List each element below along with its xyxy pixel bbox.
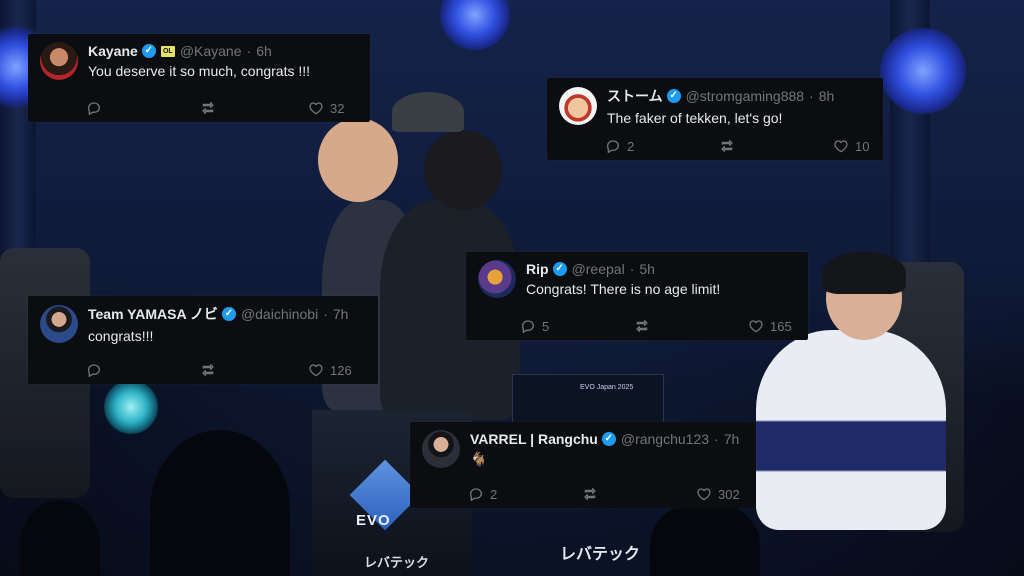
avatar[interactable]: [40, 42, 78, 80]
retweet-button[interactable]: [200, 362, 308, 378]
tweet-handle[interactable]: @Kayane: [180, 43, 242, 59]
tweet-card[interactable]: Team YAMASA ノビ ✓ @daichinobi · 7h congra…: [28, 296, 378, 384]
player-cap: [392, 92, 464, 132]
tweet-author-name[interactable]: Kayane: [88, 43, 138, 59]
player-hair: [822, 252, 906, 294]
tweet-text: Congrats! There is no age limit!: [526, 281, 721, 297]
tweet-card[interactable]: Rip ✓ @reepal · 5h Congrats! There is no…: [466, 252, 808, 340]
verified-icon: ✓: [601, 431, 616, 446]
crowd-silhouette: [150, 430, 290, 576]
monitor-label: EVO Japan 2025: [580, 384, 634, 391]
avatar[interactable]: [559, 87, 597, 125]
tweet-card[interactable]: ストーム ✓ @stromgaming888 · 8h The faker of…: [547, 78, 883, 160]
tweet-actions: 2 10: [605, 138, 869, 154]
like-icon: [696, 486, 712, 502]
verified-icon: ✓: [552, 262, 567, 276]
tweet-text: 🐐: [470, 450, 488, 467]
tweet-handle[interactable]: @daichinobi: [241, 306, 318, 322]
tweet-text: You deserve it so much, congrats !!!: [88, 63, 311, 79]
tweet-author-name[interactable]: Team YAMASA ノビ: [88, 304, 218, 324]
like-button[interactable]: 10: [833, 138, 869, 154]
podium-sponsor: レバテック: [364, 555, 430, 570]
tweet-author-name[interactable]: VARREL | Rangchu: [470, 431, 598, 447]
reply-count: 5: [542, 318, 550, 334]
like-count: 32: [330, 100, 345, 116]
retweet-icon: [719, 138, 735, 154]
reply-icon: [605, 138, 621, 154]
like-count: 10: [855, 138, 870, 154]
tweet-actions: 2 302: [468, 486, 740, 502]
avatar[interactable]: [478, 260, 516, 298]
retweet-button[interactable]: [719, 138, 833, 154]
seated-player: [756, 330, 946, 530]
avatar[interactable]: [40, 305, 78, 343]
podium-brand: EVO: [356, 512, 391, 529]
reply-count: 2: [627, 138, 635, 154]
avatar[interactable]: [422, 430, 460, 468]
reply-icon: [86, 100, 102, 116]
tweet-time[interactable]: 7h: [333, 306, 349, 322]
like-button[interactable]: 302: [696, 486, 740, 502]
verified-icon: ✓: [221, 307, 236, 321]
stage-light: [880, 28, 966, 114]
tweet-handle[interactable]: @reepal: [572, 261, 625, 277]
retweet-icon: [200, 362, 216, 378]
tweet-card[interactable]: VARREL | Rangchu ✓ @rangchu123 · 7h 🐐 2 …: [410, 422, 756, 508]
reply-button[interactable]: [86, 362, 200, 378]
retweet-icon: [582, 486, 598, 502]
reply-count: 2: [490, 486, 498, 502]
like-button[interactable]: 165: [748, 318, 792, 334]
reply-button[interactable]: [86, 100, 200, 116]
tweet-separator: ·: [323, 306, 328, 322]
retweet-button[interactable]: [200, 100, 308, 116]
tweet-separator: ·: [714, 430, 719, 447]
tweet-time[interactable]: 5h: [639, 261, 655, 277]
reply-icon: [86, 362, 102, 378]
stage-monitor: [512, 374, 664, 424]
stage-light: [104, 380, 158, 434]
tweet-handle[interactable]: @rangchu123: [621, 431, 709, 447]
tweet-author-name[interactable]: Rip: [526, 261, 549, 277]
tweet-actions: 126: [86, 362, 352, 378]
like-button[interactable]: 32: [308, 100, 344, 116]
retweet-button[interactable]: [634, 318, 748, 334]
like-icon: [748, 318, 764, 334]
tweet-actions: 5 165: [520, 318, 792, 334]
like-icon: [833, 138, 849, 154]
player-head: [424, 130, 502, 210]
tweet-separator: ·: [246, 43, 252, 59]
tweet-text: congrats!!!: [88, 328, 154, 344]
tweet-card[interactable]: Kayane ✓ OL @Kayane · 6h You deserve it …: [28, 34, 370, 122]
affiliate-badge-icon: OL: [160, 45, 175, 57]
verified-icon: ✓: [666, 89, 681, 103]
crowd-silhouette: [650, 500, 760, 576]
tweet-actions: 32: [86, 100, 344, 116]
reply-button[interactable]: 5: [520, 318, 634, 334]
sponsor-banner: レバテック: [560, 546, 641, 563]
tweet-time[interactable]: 6h: [256, 43, 272, 59]
reply-button[interactable]: 2: [468, 486, 582, 502]
like-count: 302: [718, 486, 740, 502]
tweet-text: The faker of tekken, let's go!: [607, 110, 783, 126]
verified-icon: ✓: [141, 44, 156, 58]
crowd-silhouette: [20, 500, 100, 576]
reply-icon: [520, 318, 536, 334]
reply-icon: [468, 486, 484, 502]
retweet-icon: [634, 318, 650, 334]
retweet-icon: [200, 100, 216, 116]
retweet-button[interactable]: [582, 486, 696, 502]
like-icon: [308, 362, 324, 378]
like-count: 126: [330, 362, 352, 378]
like-button[interactable]: 126: [308, 362, 352, 378]
reply-button[interactable]: 2: [605, 138, 719, 154]
tweet-time[interactable]: 7h: [724, 431, 740, 447]
tweet-separator: ·: [809, 88, 814, 104]
tweet-author-name[interactable]: ストーム: [607, 86, 663, 106]
like-icon: [308, 100, 324, 116]
tweet-time[interactable]: 8h: [819, 88, 835, 104]
player-head: [318, 118, 398, 202]
like-count: 165: [770, 318, 792, 334]
tweet-handle[interactable]: @stromgaming888: [686, 88, 805, 104]
tweet-separator: ·: [629, 261, 635, 277]
